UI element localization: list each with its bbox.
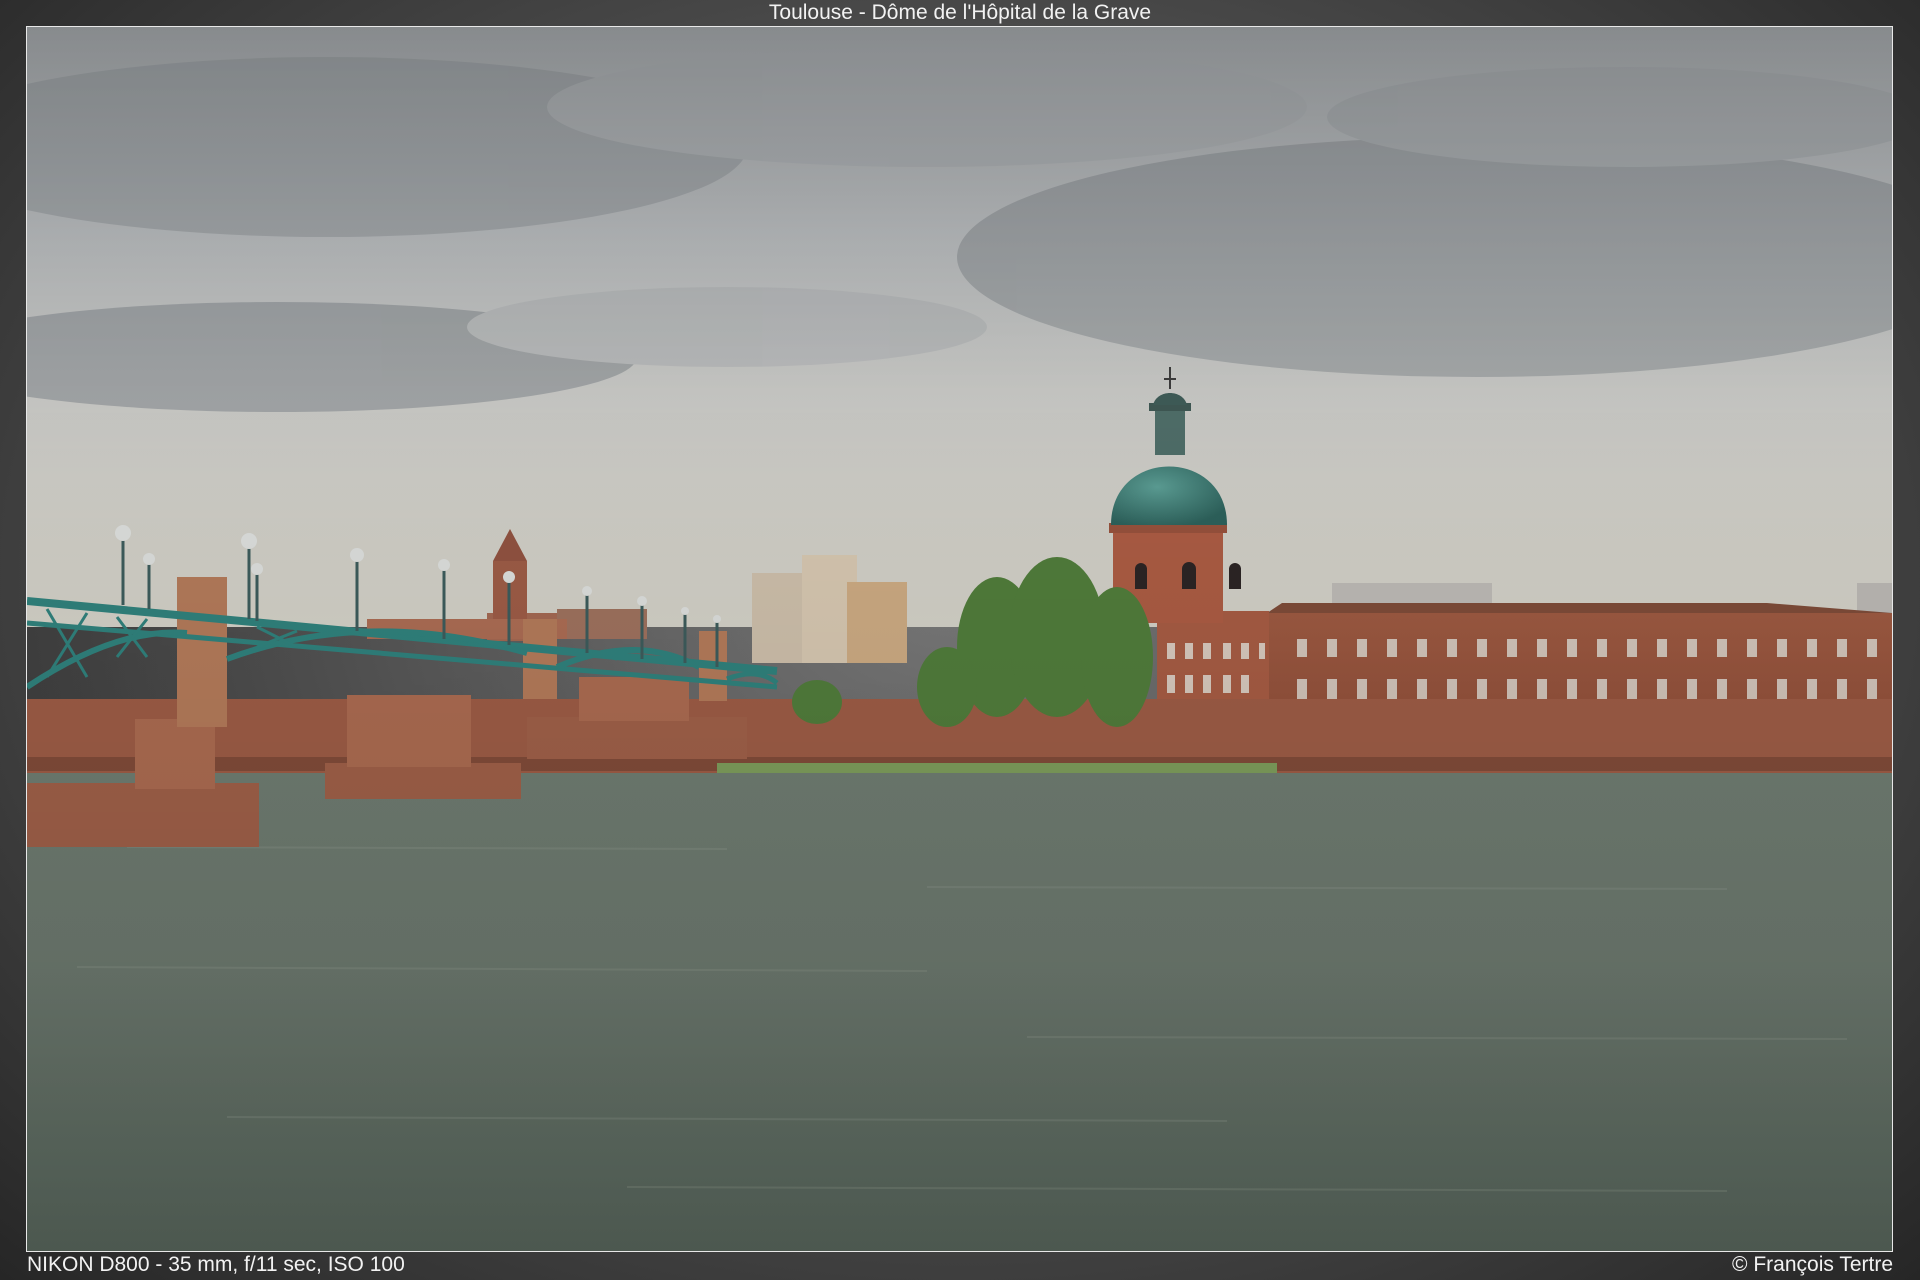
photo-title: Toulouse - Dôme de l'Hôpital de la Grave [768,1,1152,24]
camera-info: NIKON D800 - 35 mm, f/11 sec, ISO 100 [27,1253,405,1276]
photo-scene [27,27,1892,1251]
photo [26,26,1893,1252]
photo-credit: © François Tertre [1732,1253,1893,1276]
